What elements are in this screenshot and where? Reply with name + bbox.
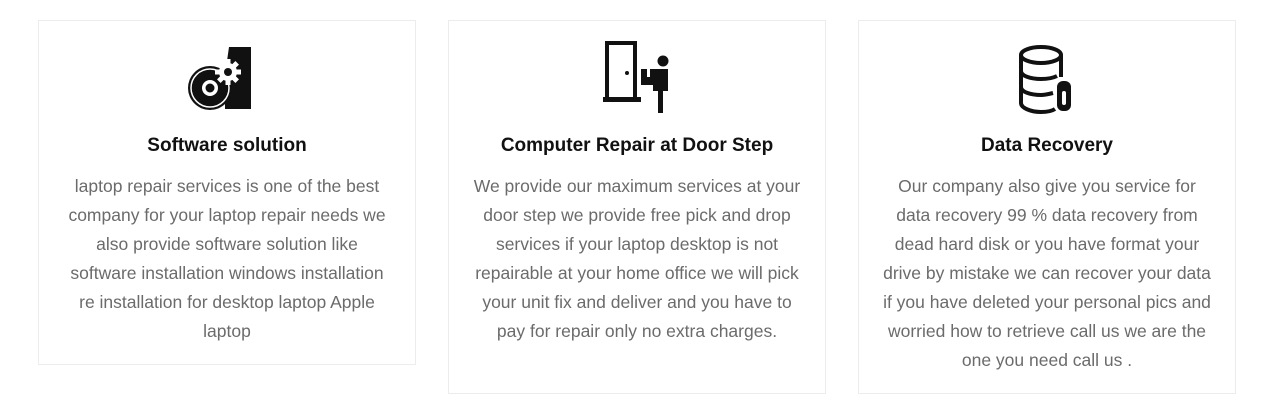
service-card-data-recovery: Data Recovery Our company also give you …	[858, 20, 1236, 394]
service-description: We provide our maximum services at your …	[473, 176, 801, 341]
service-title: Computer Repair at Door Step	[500, 135, 774, 156]
door-delivery-person-icon	[597, 41, 677, 117]
database-storage-icon	[1007, 41, 1087, 117]
service-description: Our company also give you service for da…	[883, 176, 1211, 370]
service-card-software: Software solution laptop repair services…	[38, 20, 416, 365]
service-title: Software solution	[147, 135, 307, 156]
service-description: laptop repair services is one of the bes…	[68, 176, 386, 341]
service-card-door-step: Computer Repair at Door Step We provide …	[448, 20, 826, 394]
software-disc-gear-icon	[187, 41, 267, 117]
service-title: Data Recovery	[980, 135, 1114, 156]
